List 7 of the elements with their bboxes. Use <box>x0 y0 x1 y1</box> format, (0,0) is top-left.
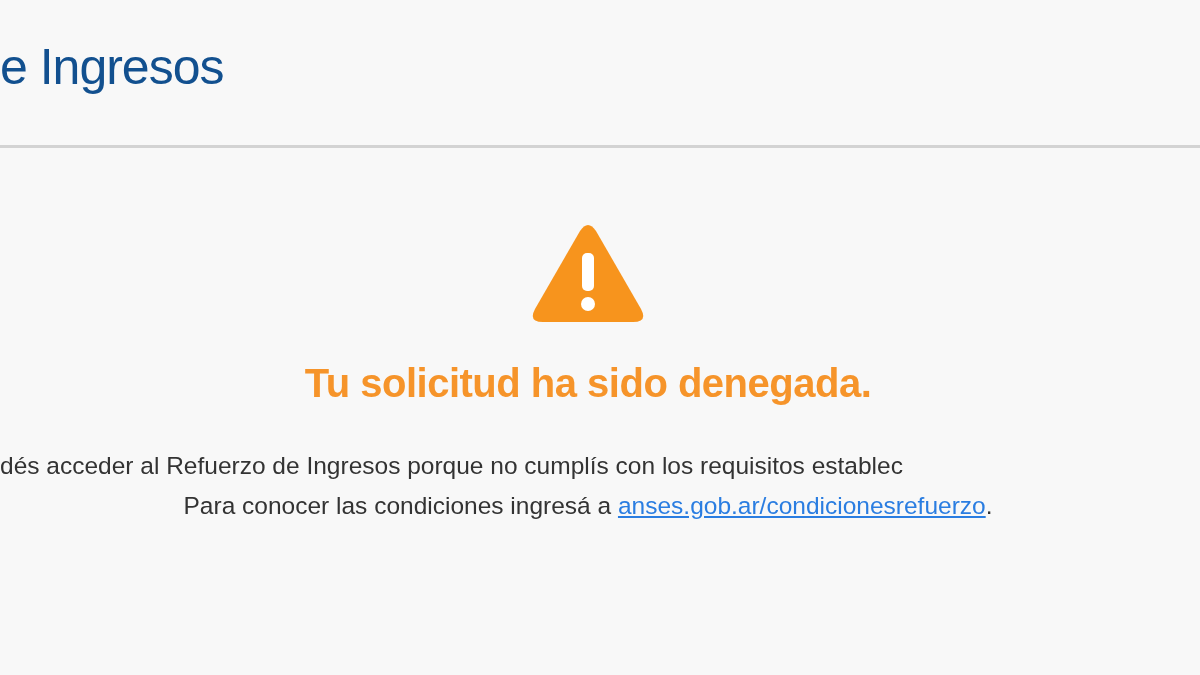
conditions-link[interactable]: anses.gob.ar/condicionesrefuerzo <box>617 492 986 519</box>
status-heading: Tu solicitud ha sido denegada. <box>304 361 872 406</box>
warning-icon <box>532 225 644 323</box>
message-text: Para conocer las condiciones ingresá a <box>183 492 613 519</box>
period-text: . <box>985 492 993 519</box>
page-title: e Ingresos <box>0 37 224 96</box>
message-text: dés acceder al Refuerzo de Ingresos porque no cumplís con los requisitos establec <box>0 452 903 480</box>
